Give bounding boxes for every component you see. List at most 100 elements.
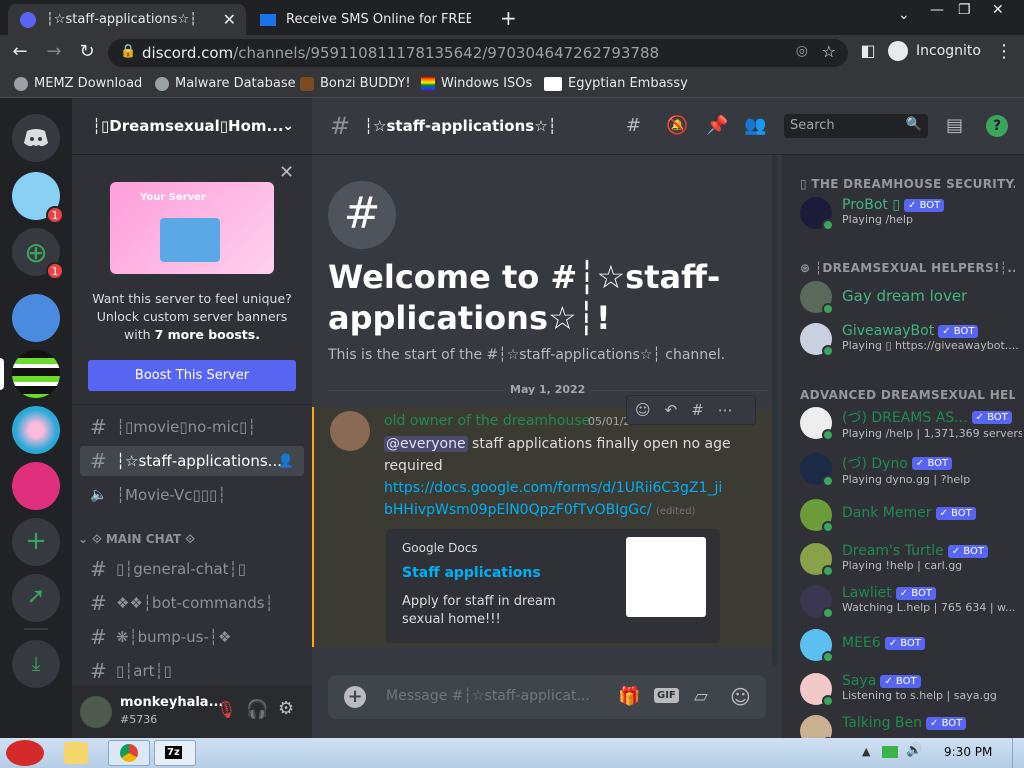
promo-illustration	[160, 218, 220, 262]
explore-icon[interactable]: ➚	[12, 574, 60, 622]
gear-icon[interactable]: ⚙	[278, 698, 294, 719]
member-item[interactable]: MEE6 ✓ BOT	[800, 629, 1020, 663]
tab-search-icon[interactable]: ⌄	[898, 7, 910, 23]
battery-icon[interactable]	[882, 746, 898, 758]
server-icon-active[interactable]	[12, 350, 60, 398]
clock[interactable]: 9:30 PM	[944, 745, 992, 759]
forward-icon[interactable]: →	[42, 41, 66, 62]
mute-icon[interactable]: 🎙	[216, 700, 236, 719]
volume-icon[interactable]: 🔊	[906, 743, 922, 758]
bookmark-item[interactable]: Bonzi BUDDY!	[300, 76, 411, 91]
reload-icon[interactable]: ↻	[75, 41, 99, 62]
link-embed: Google Docs Staff applications Apply for…	[386, 529, 720, 643]
inbox-icon[interactable]: ▤	[946, 115, 963, 136]
channel-item[interactable]: # ┆▯movie▯no-mic▯┆	[80, 412, 304, 442]
explorer-icon[interactable]	[64, 742, 88, 764]
channel-item-selected[interactable]: # ┆☆staff-applications... 👤	[80, 446, 304, 476]
gif-icon[interactable]: GIF	[654, 688, 679, 703]
pin-icon[interactable]: 📌	[706, 115, 728, 136]
member-item[interactable]: Gay dream lover	[800, 281, 1020, 315]
search-input[interactable]: Search 🔍	[784, 114, 928, 138]
7zip-taskbar-button[interactable]: 7z	[154, 740, 196, 766]
gift-icon[interactable]: 🎁	[618, 686, 640, 707]
member-item[interactable]: Saya ✓ BOT Listening to s.help | saya.gg	[800, 673, 1020, 707]
tab-active[interactable]: ┆☆staff-applications☆┆ ✕	[8, 4, 246, 35]
member-item[interactable]: Lawliet ✓ BOT Watching L.help | 765 634 | …	[800, 585, 1020, 619]
close-window-icon[interactable]: ✕	[992, 2, 1004, 18]
server-header[interactable]: ┆▯Dreamsexual▯Hom... ⌄	[72, 98, 312, 155]
back-icon[interactable]: ←	[8, 41, 32, 62]
start-button-icon[interactable]	[6, 740, 44, 766]
sidepanel-icon[interactable]: ◧	[856, 41, 880, 60]
member-status: Listening to s.help | saya.gg	[842, 689, 997, 702]
discord-home-icon[interactable]	[12, 114, 60, 162]
close-tab-icon[interactable]: ✕	[223, 10, 236, 29]
everyone-mention[interactable]: @everyone	[384, 436, 468, 452]
server-icon[interactable]	[12, 462, 60, 510]
help-icon[interactable]: ?	[986, 115, 1008, 137]
sticker-icon[interactable]: ▱	[694, 686, 708, 707]
menu-icon[interactable]: ⋮	[992, 41, 1016, 62]
member-item[interactable]: Dank Memer ✓ BOT	[800, 499, 1020, 533]
message[interactable]: old owner of the dreamhouse 05/01/2022 @…	[312, 407, 772, 647]
reply-icon[interactable]: ↶	[665, 401, 678, 419]
server-icon[interactable]	[12, 406, 60, 454]
scrollbar[interactable]	[772, 155, 778, 665]
bookmark-item[interactable]: Malware Database	[155, 76, 296, 91]
welcome-title: Welcome to #┆☆staff-applications☆┆!	[328, 258, 721, 337]
avatar[interactable]	[330, 411, 370, 451]
channel-item[interactable]: # ❋┆bump-us-┆❖	[80, 622, 304, 652]
boost-server-button[interactable]: Boost This Server	[88, 360, 296, 391]
incognito-badge[interactable]: Incognito	[888, 41, 981, 61]
member-item[interactable]: ProBot ▯ ✓ BOT Playing /help	[800, 197, 1020, 231]
member-item[interactable]: (づ) DREAMS AS... ✓ BOT Playing /help | 1,3…	[800, 407, 1022, 441]
avatar[interactable]	[80, 696, 112, 728]
more-icon[interactable]: ⋯	[718, 401, 733, 419]
bot-badge: ✓ BOT	[895, 586, 936, 600]
tracking-icon[interactable]: ◎	[796, 43, 808, 59]
server-icon[interactable]	[12, 294, 60, 342]
bonzi-icon	[300, 76, 314, 91]
message-input[interactable]: Message #┆☆staff-applicat...	[386, 688, 590, 704]
tray-arrow-icon[interactable]: ▲	[862, 745, 870, 758]
server-icon[interactable]: 1	[12, 172, 64, 224]
invite-icon[interactable]: 👤	[278, 454, 294, 469]
embed-title[interactable]: Staff applications	[402, 565, 541, 581]
close-icon[interactable]: ✕	[279, 162, 294, 183]
mute-bell-icon[interactable]: 🔕	[666, 115, 688, 136]
member-item[interactable]: (づ) Dyno ✓ BOT Playing dyno.gg | ?help	[800, 453, 1020, 487]
bookmark-item[interactable]: MEMZ Download	[14, 76, 142, 91]
server-icon[interactable]: ⊕ 1	[12, 228, 64, 280]
restore-icon[interactable]: ❐	[958, 2, 971, 18]
bookmark-item[interactable]: Egyptian Embassy	[544, 76, 688, 91]
download-icon[interactable]: ⤓	[12, 640, 60, 688]
thread-icon[interactable]: #	[691, 401, 704, 419]
members-icon[interactable]: 👥	[744, 115, 766, 136]
member-item[interactable]: Talking Ben ✓ BOT	[800, 715, 1020, 738]
address-bar[interactable]: 🔒 discord.com/channels/95911081117813564…	[108, 39, 848, 67]
tab-sms[interactable]: Receive SMS Online for FREE |	[248, 4, 486, 35]
channel-item[interactable]: # ❖❖┆bot-commands┆	[80, 588, 304, 618]
category-header[interactable]: ⌄ ⟐ MAIN CHAT ⟐	[78, 532, 195, 547]
add-reaction-icon[interactable]: ☺	[635, 401, 651, 419]
member-item[interactable]: Dream's Turtle ✓ BOT Playing !help | carl.…	[800, 543, 1020, 577]
channel-item[interactable]: 🔈 ┆Movie-Vc▯▯▯┆	[80, 480, 304, 510]
add-server-icon[interactable]: +	[12, 518, 60, 566]
headphones-icon[interactable]: 🎧	[246, 699, 268, 720]
message-composer[interactable]: + Message #┆☆staff-applicat... 🎁 GIF ▱ ☺	[328, 675, 766, 719]
new-tab-icon[interactable]: +	[500, 6, 517, 30]
minimize-icon[interactable]: —	[930, 2, 944, 18]
message-author[interactable]: old owner of the dreamhouse	[384, 413, 590, 429]
emoji-icon[interactable]: ☺	[730, 685, 751, 709]
channel-item[interactable]: # ▯┆art┆▯	[80, 656, 304, 686]
embed-thumbnail[interactable]	[626, 537, 706, 617]
avatar	[800, 407, 834, 441]
chrome-taskbar-button[interactable]	[108, 740, 150, 766]
bookmark-item[interactable]: Windows ISOs	[421, 76, 532, 91]
member-item[interactable]: GiveawayBot ✓ BOT Playing ▯ https://giveaw…	[800, 323, 1020, 357]
show-desktop-button[interactable]	[1012, 738, 1024, 768]
bookmark-star-icon[interactable]: ☆	[822, 42, 836, 61]
threads-icon[interactable]: #	[626, 115, 641, 136]
upload-plus-icon[interactable]: +	[344, 686, 366, 708]
channel-item[interactable]: # ▯┆general-chat┆▯	[80, 554, 304, 584]
